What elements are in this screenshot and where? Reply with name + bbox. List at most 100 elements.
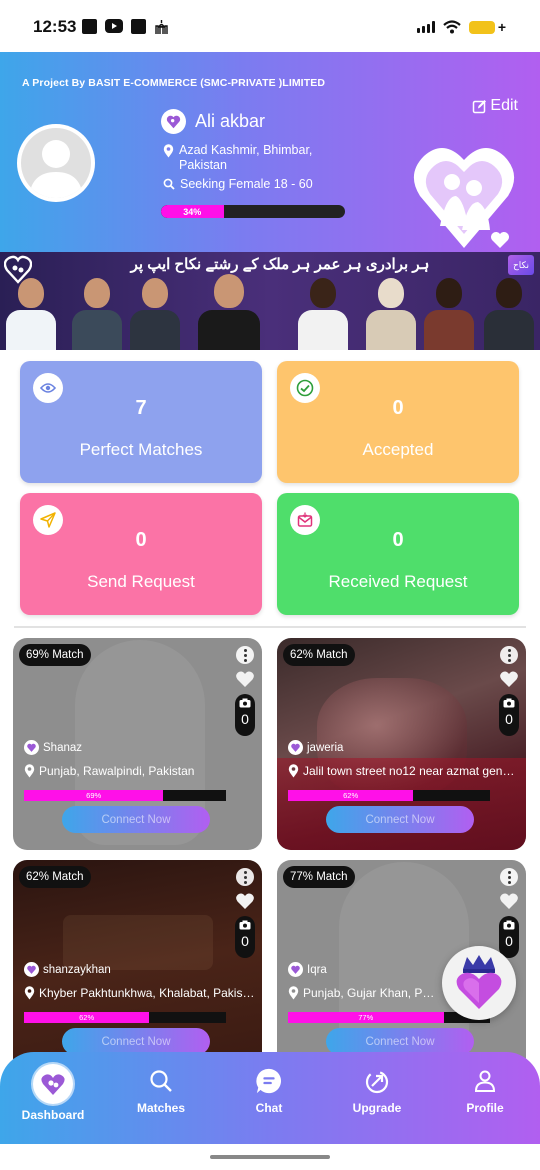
match-badge: 62% Match	[19, 866, 91, 888]
more-options-icon[interactable]	[500, 646, 518, 664]
photo-count-pill: 0	[499, 694, 519, 736]
banner-person	[6, 278, 56, 350]
connect-now-button[interactable]: Connect Now	[62, 1028, 210, 1055]
edit-icon	[473, 99, 487, 113]
battery-icon	[468, 20, 495, 34]
send-request-card[interactable]: 0 Send Request	[20, 493, 262, 615]
user-location-text: Azad Kashmir, Bhimbar, Pakistan	[179, 143, 313, 172]
profile-completion-label: 34%	[183, 206, 202, 217]
profile-card[interactable]: 62% Match 0 shanzaykhan Khyber Pakhtunkh…	[13, 860, 262, 1072]
section-divider	[14, 626, 526, 628]
match-badge: 77% Match	[283, 866, 355, 888]
user-name: Ali akbar	[195, 111, 266, 131]
profile-card[interactable]: 69% Match 0 Shanaz Punjab, Rawalpindi, P…	[13, 638, 262, 850]
profile-card[interactable]: 62% Match 0 jaweria Jalil town street no…	[277, 638, 526, 850]
search-icon	[163, 178, 175, 190]
heart-icon[interactable]	[235, 669, 255, 689]
profile-completion-bar: 34%	[161, 205, 345, 218]
nav-chat[interactable]: Chat	[224, 1067, 314, 1115]
project-credit: A Project By BASIT E-COMMERCE (SMC-PRIVA…	[22, 77, 325, 89]
avatar[interactable]	[17, 124, 95, 202]
connect-now-button[interactable]: Connect Now	[326, 806, 474, 833]
profile-location: Khyber Pakhtunkhwa, Khalabat, Pakistan	[24, 986, 256, 1000]
chat-icon	[255, 1067, 283, 1095]
profile-completion-fill: 34%	[161, 205, 224, 218]
more-options-icon[interactable]	[236, 868, 254, 886]
send-request-label: Send Request	[87, 572, 195, 591]
nav-dashboard[interactable]: Dashboard	[8, 1064, 98, 1122]
accepted-count: 0	[392, 397, 404, 419]
nav-profile-label: Profile	[466, 1101, 504, 1115]
profile-header: A Project By BASIT E-COMMERCE (SMC-PRIVA…	[0, 52, 540, 252]
nav-upgrade[interactable]: Upgrade	[332, 1067, 422, 1115]
match-progress-label: 69%	[86, 791, 102, 800]
received-request-card[interactable]: 0 Received Request	[277, 493, 519, 615]
accepted-card[interactable]: 0 Accepted	[277, 361, 519, 483]
camera-icon	[503, 920, 515, 930]
match-progress-label: 62%	[343, 791, 359, 800]
signal-icon	[416, 21, 435, 33]
edit-label: Edit	[490, 97, 518, 114]
profile-name-row: shanzaykhan	[24, 962, 111, 977]
more-options-icon[interactable]	[236, 646, 254, 664]
match-badge: 69% Match	[19, 644, 91, 666]
received-request-count: 0	[392, 529, 404, 551]
photo-count: 0	[241, 933, 249, 949]
match-progress-fill: 77%	[288, 1012, 444, 1023]
edit-profile-button[interactable]: Edit	[472, 97, 518, 115]
app-logo-icon	[24, 962, 39, 977]
profile-name: Shanaz	[43, 741, 83, 754]
user-location: Azad Kashmir, Bhimbar, Pakistan	[163, 143, 338, 173]
upgrade-icon	[363, 1067, 391, 1095]
wifi-icon	[443, 20, 461, 34]
nav-profile[interactable]: Profile	[440, 1067, 530, 1115]
dashboard-screen: 12:53 + A Project By BASIT E-COMMERCE (S…	[0, 0, 540, 1170]
connect-now-button[interactable]: Connect Now	[62, 806, 210, 833]
connect-now-button[interactable]: Connect Now	[326, 1028, 474, 1055]
match-progress-fill: 62%	[24, 1012, 150, 1023]
premium-crown-button[interactable]	[442, 946, 516, 1020]
charging-icon: +	[497, 19, 506, 35]
camera-icon	[239, 920, 251, 930]
location-pin-icon	[163, 144, 174, 158]
notification-app-icon	[131, 19, 146, 34]
nav-chat-label: Chat	[255, 1101, 283, 1115]
photo-count: 0	[505, 711, 513, 727]
app-logo-icon	[288, 962, 303, 977]
banner-badge: نکاح	[508, 255, 534, 275]
heart-icon[interactable]	[499, 669, 519, 689]
match-progress-bar: 69%	[24, 790, 226, 801]
accepted-label: Accepted	[362, 440, 434, 459]
profile-name-row: Iqra	[288, 962, 327, 977]
nikah-heart-logo	[412, 130, 516, 252]
heart-icon[interactable]	[235, 891, 255, 911]
perfect-matches-card[interactable]: 7 Perfect Matches	[20, 361, 262, 483]
profile-name: Iqra	[307, 963, 327, 976]
promo-banner[interactable]: ہر برادری ہر عمر ہر ملک کے رشتے نکاح ایپ…	[0, 252, 540, 350]
photo-count-pill: 0	[235, 694, 255, 736]
perfect-matches-label: Perfect Matches	[79, 440, 203, 459]
profile-location: Punjab, Rawalpindi, Pakistan	[24, 764, 256, 778]
system-icons: +	[416, 19, 506, 35]
location-pin-icon	[288, 986, 299, 1000]
match-progress-fill: 62%	[288, 790, 414, 801]
profile-name: jaweria	[307, 741, 344, 754]
nav-matches[interactable]: Matches	[116, 1067, 206, 1115]
profile-name-row: jaweria	[288, 740, 343, 755]
more-options-icon[interactable]	[500, 868, 518, 886]
heart-icon[interactable]	[499, 891, 519, 911]
perfect-matches-count: 7	[135, 397, 147, 419]
match-progress-label: 62%	[79, 1013, 95, 1022]
profile-name-row: Shanaz	[24, 740, 82, 755]
send-request-count: 0	[135, 529, 147, 551]
youtube-icon	[105, 19, 123, 33]
match-progress-label: 77%	[358, 1013, 374, 1022]
notification-app-icon	[82, 19, 97, 34]
app-logo-icon	[33, 1064, 73, 1104]
banner-person	[298, 278, 348, 350]
photo-count-pill: 0	[235, 916, 255, 958]
banner-person	[130, 278, 180, 350]
nav-dashboard-label: Dashboard	[21, 1108, 85, 1122]
app-logo-icon	[24, 740, 39, 755]
bottom-navigation: Dashboard Matches Chat Upgrade Profile	[0, 1052, 540, 1144]
